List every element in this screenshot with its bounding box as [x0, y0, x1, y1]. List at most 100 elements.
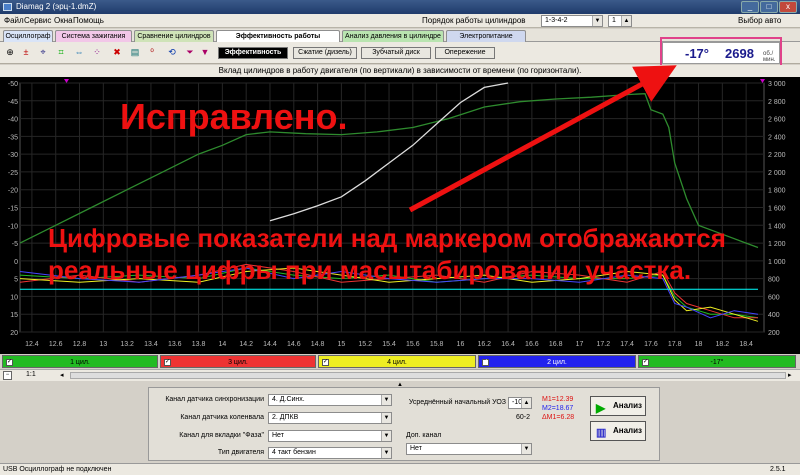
- checkbox-icon[interactable]: ✓: [164, 359, 171, 366]
- analyze-button[interactable]: ▶ Анализ: [590, 396, 646, 416]
- funnel-icon[interactable]: ▼: [198, 45, 212, 59]
- legend-label: 1 цил.: [70, 359, 90, 366]
- sync-select[interactable]: 4. Д.Синх. ▼: [268, 394, 392, 406]
- tab-ignition[interactable]: Система зажигания: [55, 30, 132, 42]
- phase-value: Нет: [272, 432, 284, 439]
- x-tick-label: 14.6: [287, 341, 301, 348]
- cylinder-select[interactable]: 1 ▲: [608, 15, 632, 27]
- gear-type: 60-2: [516, 414, 531, 421]
- legend-cyl-4[interactable]: ✓ 4 цил.: [318, 355, 476, 368]
- checkbox-icon[interactable]: ✓: [6, 359, 13, 366]
- legend-cyl-2[interactable]: ✓ 2 цил.: [478, 355, 636, 368]
- sync-value: 4. Д.Синх.: [272, 396, 305, 403]
- bar-chart-icon: ▥: [596, 427, 607, 439]
- annotation-text: Цифровые показатели над маркером отображ…: [48, 222, 726, 286]
- reset-icon[interactable]: ✖: [110, 45, 124, 59]
- y-tick-label-left: 20: [10, 330, 18, 337]
- crank-select[interactable]: 2. ДПКВ ▼: [268, 412, 392, 424]
- analyze-chart-button[interactable]: ▥ Анализ: [590, 421, 646, 441]
- chart-icon[interactable]: ▤: [128, 45, 142, 59]
- measure-icon[interactable]: ⌗: [54, 45, 68, 59]
- minimize-button[interactable]: _: [741, 1, 759, 13]
- y-tick-label-left: -30: [8, 152, 18, 159]
- x-tick-label: 12.8: [73, 341, 87, 348]
- tab-efficiency[interactable]: Эффективность работы цилиндров: [216, 30, 340, 51]
- uoz-spinner[interactable]: -10 ▲: [508, 397, 532, 409]
- menu-service[interactable]: Сервис: [24, 16, 51, 25]
- zoom-level: 1:1: [26, 371, 36, 378]
- checkbox-icon[interactable]: ✓: [482, 359, 489, 366]
- menu-windows[interactable]: Окна: [54, 16, 73, 25]
- legend-cyl-3[interactable]: ✓ 3 цил.: [160, 355, 316, 368]
- tab-oscilloscope[interactable]: Осциллограф: [3, 30, 53, 42]
- x-tick-label: 15.8: [430, 341, 444, 348]
- x-tick-label: 17.4: [620, 341, 634, 348]
- y-tick-label-left: 10: [10, 294, 18, 301]
- y-tick-label-left: 15: [10, 312, 18, 319]
- y-tick-label-left: -20: [8, 188, 18, 195]
- horizontal-scrollbar[interactable]: [70, 372, 786, 379]
- y-tick-label-right: 200: [768, 330, 780, 337]
- tab-cylinder-compare[interactable]: Сравнение цилиндров: [134, 30, 214, 42]
- checkbox-icon[interactable]: ✓: [322, 359, 329, 366]
- uoz-label: Усреднённый начальный УОЗ: [408, 399, 506, 406]
- tab-pressure[interactable]: Анализ давления в цилиндре: [342, 30, 444, 42]
- cursor-icon[interactable]: ⊕: [3, 45, 17, 59]
- play-icon: ▶: [596, 401, 606, 415]
- phase-select[interactable]: Нет ▼: [268, 430, 392, 442]
- subtab-gear-disk[interactable]: Зубчатый диск: [361, 47, 431, 59]
- tab-power[interactable]: Электропитание: [446, 30, 526, 42]
- y-tick-label-right: 2 400: [768, 134, 786, 141]
- settings-panel: ▲ Канал датчика синхронизации 4. Д.Синх.…: [0, 381, 800, 463]
- window-title: Diamag 2 (эрц-1.dmZ): [16, 2, 97, 11]
- firing-order-value: 1-3-4-2: [545, 17, 568, 24]
- close-button[interactable]: x: [779, 1, 797, 13]
- legend-label: 2 цил.: [547, 359, 567, 366]
- filter-icon[interactable]: ⏷: [183, 45, 197, 59]
- y-tick-label-left: -25: [8, 170, 18, 177]
- maximize-button[interactable]: □: [760, 1, 778, 13]
- y-tick-label-right: 1 400: [768, 223, 786, 230]
- y-tick-label-left: -50: [8, 81, 18, 88]
- spinner-icon: ▲: [521, 398, 531, 408]
- subtab-compression[interactable]: Сжатие (дизель): [293, 47, 357, 59]
- firing-order-select[interactable]: 1-3-4-2 ▼: [541, 15, 603, 27]
- scatter-icon[interactable]: ⁘: [90, 45, 104, 59]
- x-tick-label: 14.4: [263, 341, 277, 348]
- minus-icon[interactable]: −: [3, 371, 12, 380]
- y-tick-label-right: 400: [768, 312, 780, 319]
- chart-title: Вклад цилиндров в работу двигателя (по в…: [0, 65, 800, 77]
- scale-icon[interactable]: ±: [19, 45, 33, 59]
- scroll-left-icon[interactable]: ◂: [60, 371, 70, 380]
- checkbox-icon[interactable]: ✓: [642, 359, 649, 366]
- x-tick-label: 14: [218, 341, 226, 348]
- y-tick-label-left: -15: [8, 206, 18, 213]
- select-auto-link[interactable]: Выбор авто: [738, 16, 781, 25]
- y-tick-label-right: 1 000: [768, 259, 786, 266]
- engine-select[interactable]: 4 такт бензин ▼: [268, 447, 392, 459]
- x-tick-label: 13.8: [192, 341, 206, 348]
- extra-channel-select[interactable]: Нет ▼: [406, 443, 532, 455]
- y-tick-label-right: 2 800: [768, 99, 786, 106]
- x-tick-label: 17: [576, 341, 584, 348]
- legend-cyl-1[interactable]: ✓ 1 цил.: [2, 355, 158, 368]
- legend-angle[interactable]: ✓ -17°: [638, 355, 796, 368]
- rotate-icon[interactable]: ⟲: [165, 45, 179, 59]
- subtab-efficiency[interactable]: Эффективность: [218, 47, 288, 59]
- scroll-right-icon[interactable]: ▸: [788, 371, 798, 380]
- y-tick-label-left: -45: [8, 99, 18, 106]
- menu-help[interactable]: Помощь: [73, 16, 104, 25]
- degree-icon[interactable]: ⁰: [145, 45, 159, 59]
- chevron-down-icon: ▼: [592, 16, 602, 26]
- menu-file[interactable]: Файл: [4, 16, 24, 25]
- align-icon[interactable]: ⇔: [72, 45, 86, 59]
- x-tick-label: 14.2: [239, 341, 253, 348]
- subtab-advance[interactable]: Опережение: [435, 47, 495, 59]
- x-tick-label: 16.2: [477, 341, 491, 348]
- x-tick-label: 16.4: [501, 341, 515, 348]
- annotation-title: Исправлено.: [120, 96, 348, 137]
- cylinder-value: 1: [612, 17, 616, 24]
- x-tick-label: 13.2: [120, 341, 134, 348]
- marker-icon[interactable]: ⌖: [36, 45, 50, 59]
- chevron-down-icon: ▼: [381, 395, 391, 405]
